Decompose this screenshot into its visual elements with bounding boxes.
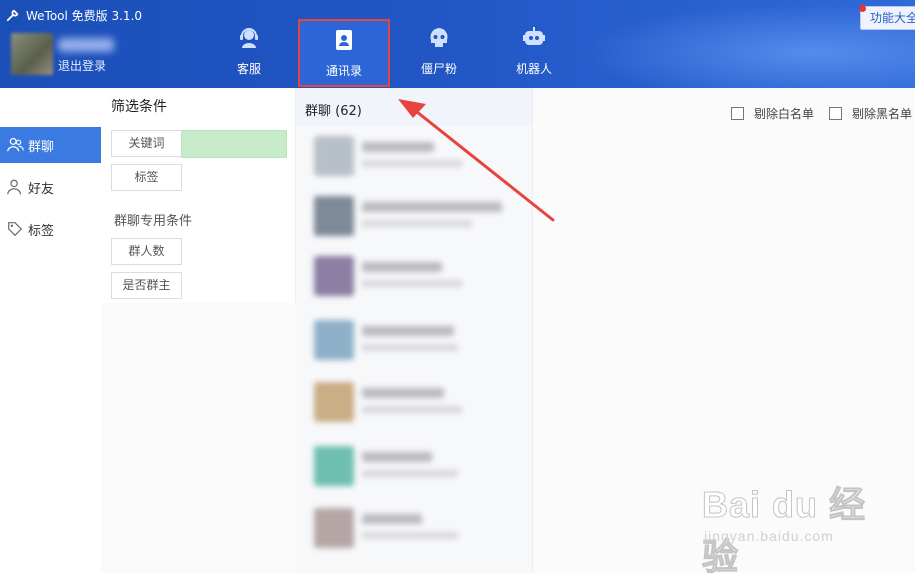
checkbox-label: 剔除白名单 [754, 106, 815, 121]
tab-robot[interactable]: 机器人 [489, 22, 579, 84]
checkbox-box[interactable] [829, 106, 842, 120]
username-blurred [58, 38, 114, 52]
feature-list-button[interactable]: 功能大全 [860, 6, 915, 30]
wrench-icon [6, 9, 19, 22]
checkbox-label: 剔除黑名单 [852, 106, 913, 121]
list-item[interactable] [296, 498, 532, 556]
tab-label: 僵尸粉 [420, 62, 457, 76]
left-nav: 群聊 好友 标签 [0, 88, 101, 573]
avatar[interactable] [11, 33, 53, 75]
logout-link[interactable]: 退出登录 [58, 57, 106, 74]
group-list-header: 群聊 (62) [296, 88, 532, 126]
nav-item-friends[interactable]: 好友 [0, 169, 101, 205]
keyword-input[interactable] [181, 130, 287, 158]
headset-icon [240, 28, 258, 48]
filter-lower-area [101, 303, 296, 573]
member-count-button[interactable]: 群人数 [111, 238, 182, 265]
remove-blacklist-checkbox[interactable]: 剔除黑名单 [829, 104, 912, 122]
filter-panel: 筛选条件 关键词 标签 群聊专用条件 群人数 是否群主 [101, 88, 296, 303]
list-item[interactable] [296, 372, 532, 430]
tag-icon [8, 222, 23, 237]
tab-contacts[interactable]: 通讯录 [298, 19, 390, 87]
app-title: WeTool 免费版 3.1.0 [6, 6, 142, 24]
group-list-panel: 群聊 (62) [296, 88, 532, 573]
nav-label: 标签 [28, 223, 55, 239]
group-chat-icon [7, 137, 24, 152]
nav-label: 好友 [28, 181, 55, 197]
tab-label: 机器人 [515, 62, 552, 76]
list-item[interactable] [296, 126, 532, 184]
keyword-filter-button[interactable]: 关键词 [111, 130, 182, 157]
friend-icon [7, 179, 21, 195]
is-owner-button[interactable]: 是否群主 [111, 272, 182, 299]
contacts-icon [336, 30, 352, 50]
list-item[interactable] [296, 310, 532, 368]
group-section-title: 群聊专用条件 [114, 214, 193, 229]
tab-zombie-fans[interactable]: 僵尸粉 [394, 22, 484, 84]
notification-dot [859, 5, 866, 12]
app-title-text: WeTool 免费版 3.1.0 [26, 8, 143, 23]
nav-label: 群聊 [28, 139, 55, 155]
tab-customer-service[interactable]: 客服 [204, 22, 294, 84]
list-item[interactable] [296, 436, 532, 494]
nav-item-tags[interactable]: 标签 [0, 211, 101, 247]
tab-label: 客服 [236, 62, 261, 76]
skull-icon [430, 28, 448, 47]
robot-icon [523, 27, 545, 45]
list-item[interactable] [296, 246, 532, 304]
remove-whitelist-checkbox[interactable]: 剔除白名单 [731, 104, 814, 122]
baidu-watermark: Bai du 经验 jingyan.baidu.com [702, 476, 902, 578]
tab-label: 通讯录 [325, 64, 362, 78]
group-count-title: 群聊 (62) [305, 104, 362, 119]
filter-title: 筛选条件 [111, 99, 167, 115]
checkbox-box[interactable] [731, 106, 744, 120]
list-item[interactable] [296, 186, 532, 244]
tag-filter-button[interactable]: 标签 [111, 164, 182, 191]
watermark-url: jingyan.baidu.com [704, 528, 834, 544]
nav-item-group-chat[interactable]: 群聊 [0, 127, 101, 163]
